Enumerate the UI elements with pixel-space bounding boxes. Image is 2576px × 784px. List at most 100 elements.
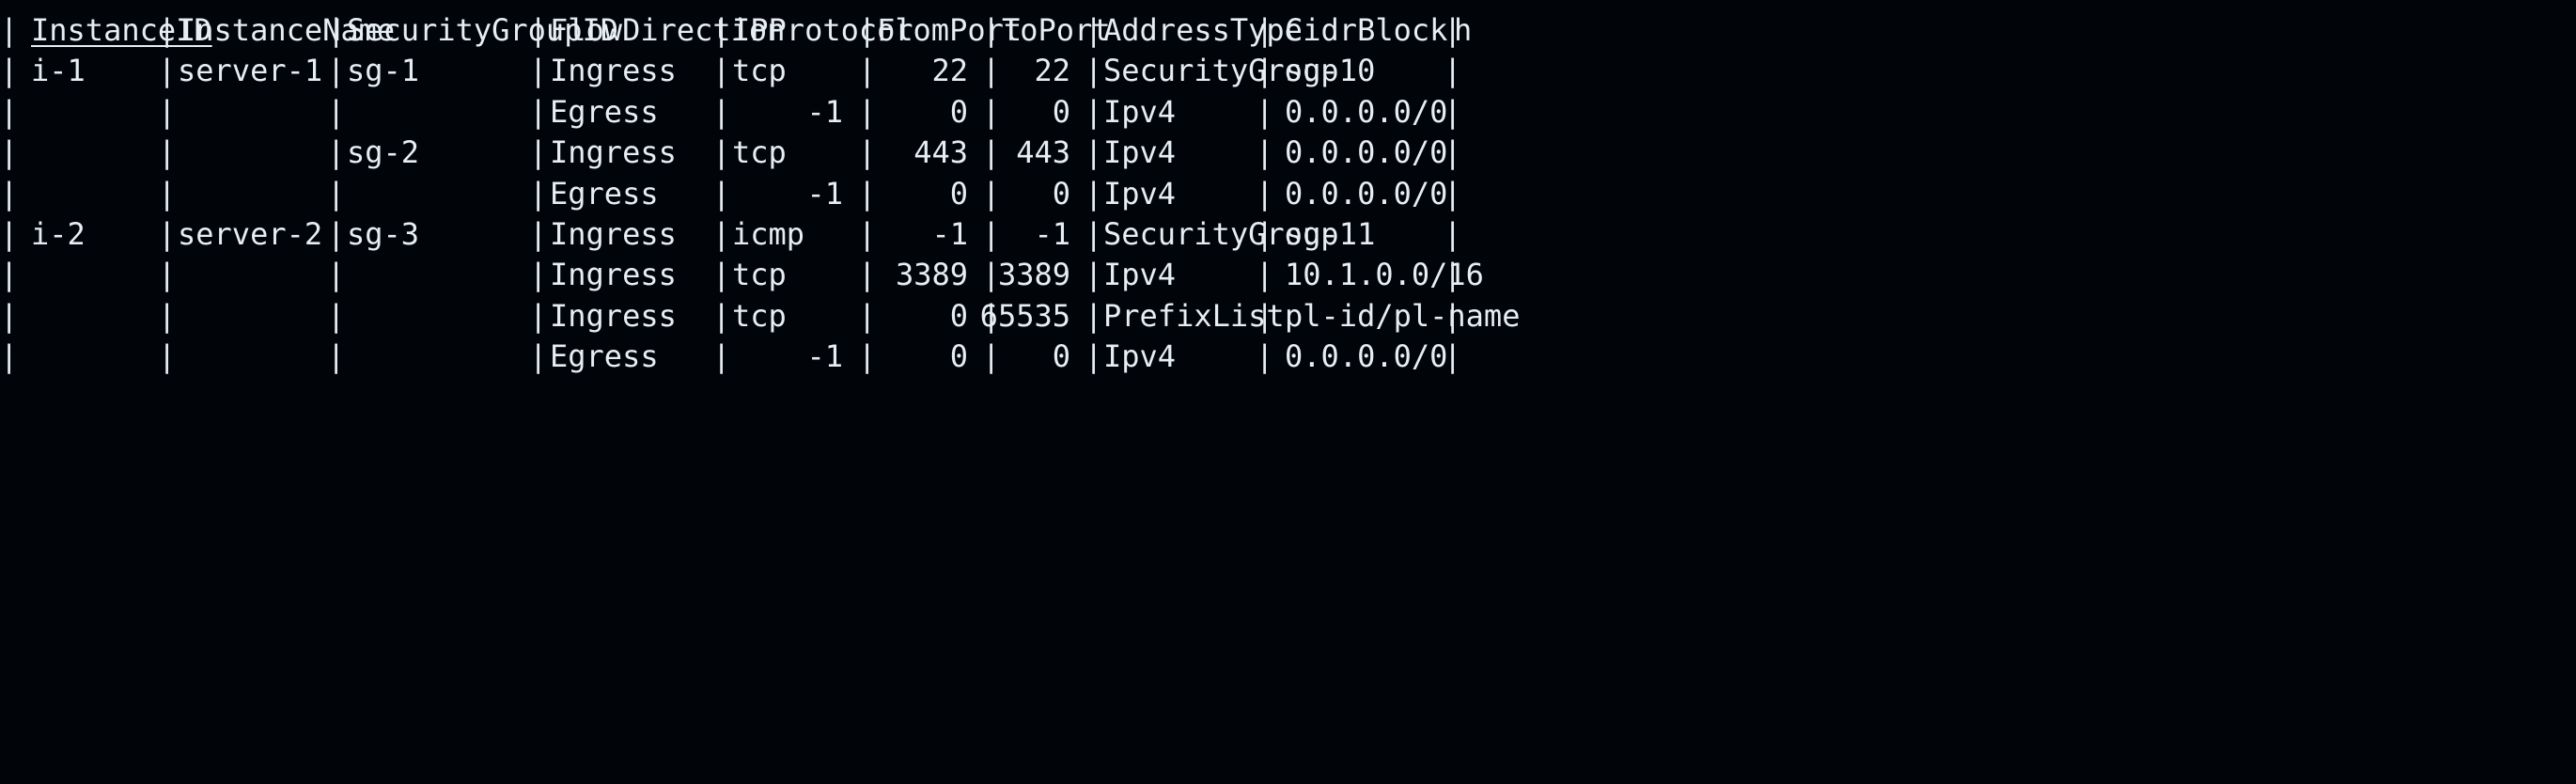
column-separator: | bbox=[158, 215, 177, 252]
column-separator: | bbox=[327, 134, 346, 171]
column-separator: | bbox=[982, 215, 1001, 252]
column-separator: | bbox=[982, 134, 1001, 171]
column-separator: | bbox=[158, 175, 177, 212]
cell-ip-protocol: icmp bbox=[732, 215, 805, 252]
column-separator: | bbox=[982, 338, 1001, 375]
cell-to-port: 65535 bbox=[979, 297, 1070, 334]
column-separator: | bbox=[712, 175, 731, 212]
column-separator: | bbox=[158, 338, 177, 375]
column-separator: | bbox=[158, 297, 177, 334]
cell-address-type: Ipv4 bbox=[1103, 134, 1177, 171]
column-separator: | bbox=[712, 93, 731, 130]
column-separator: | bbox=[327, 297, 346, 334]
cell-instance-id: i-2 bbox=[31, 215, 86, 252]
column-separator: | bbox=[712, 338, 731, 375]
column-separator: | bbox=[1444, 215, 1462, 252]
column-separator: | bbox=[529, 297, 548, 334]
cell-from-port: -1 bbox=[931, 215, 968, 252]
cell-flow-direction: Ingress bbox=[550, 134, 677, 171]
column-separator: | bbox=[1085, 215, 1103, 252]
column-separator: | bbox=[712, 257, 731, 293]
column-separator: | bbox=[858, 297, 877, 334]
cell-to-port: 22 bbox=[1034, 53, 1070, 89]
column-separator: | bbox=[1085, 175, 1103, 212]
cell-address-type: Ipv4 bbox=[1103, 175, 1177, 212]
column-separator: | bbox=[327, 93, 346, 130]
cell-flow-direction: Ingress bbox=[550, 215, 677, 252]
column-separator: | bbox=[1085, 297, 1103, 334]
cell-ip-protocol: tcp bbox=[732, 297, 787, 334]
cell-instance-id: i-1 bbox=[31, 53, 86, 89]
table-row: | | | | | | | | | | Egress -1 0 0 Ipv4 0.0.0.0/0 bbox=[0, 174, 2576, 214]
column-separator: | bbox=[327, 12, 346, 48]
table-row: | | | | | | | | | | i-2 server-2 sg-3 Ingress icmp -1 -1… bbox=[0, 214, 2576, 255]
column-separator: | bbox=[529, 257, 548, 293]
table-row: | | | | | | | | | | Egress -1 0 0 Ipv4 0.0.0.0/0 bbox=[0, 337, 2576, 377]
column-separator: | bbox=[712, 215, 731, 252]
column-separator: | bbox=[1085, 93, 1103, 130]
column-separator: | bbox=[1085, 257, 1103, 293]
column-separator: | bbox=[158, 93, 177, 130]
cell-cidr-block: 0.0.0.0/0 bbox=[1285, 134, 1448, 171]
column-separator: | bbox=[982, 175, 1001, 212]
cell-security-group-id: sg-1 bbox=[347, 53, 420, 89]
cell-from-port: 0 bbox=[949, 93, 968, 130]
cell-flow-direction: Ingress bbox=[550, 297, 677, 334]
column-separator: | bbox=[1256, 12, 1274, 48]
column-separator: | bbox=[529, 338, 548, 375]
column-separator: | bbox=[858, 12, 877, 48]
column-separator: | bbox=[982, 93, 1001, 130]
column-separator: | bbox=[858, 215, 877, 252]
column-separator: | bbox=[858, 257, 877, 293]
column-separator: | bbox=[529, 134, 548, 171]
cell-ip-protocol-number: -1 bbox=[806, 338, 843, 375]
cell-address-type: PrefixList bbox=[1103, 297, 1285, 334]
column-separator: | bbox=[0, 53, 19, 89]
column-separator: | bbox=[0, 93, 19, 130]
column-separator: | bbox=[1085, 12, 1103, 48]
cell-to-port: -1 bbox=[1034, 215, 1070, 252]
column-separator: | bbox=[1085, 338, 1103, 375]
column-separator: | bbox=[982, 53, 1001, 89]
column-separator: | bbox=[858, 134, 877, 171]
column-separator: | bbox=[0, 257, 19, 293]
cell-address-type: Ipv4 bbox=[1103, 257, 1177, 293]
column-separator: | bbox=[327, 175, 346, 212]
table-row: | | | | | | | | | | i-1 server-1 sg-1 Ingress tcp 22 22 S… bbox=[0, 51, 2576, 91]
column-separator: | bbox=[982, 12, 1001, 48]
column-separator: | bbox=[158, 257, 177, 293]
cell-cidr-block: 0.0.0.0/0 bbox=[1285, 338, 1448, 375]
column-separator: | bbox=[1444, 53, 1462, 89]
cell-security-group-id: sg-2 bbox=[347, 134, 420, 171]
table-row: | | | | | | | | | | sg-2 Ingress tcp 443 443 Ipv4 0.0.0.… bbox=[0, 133, 2576, 173]
header-truncated-column: h bbox=[1454, 12, 1473, 48]
cell-from-port: 0 bbox=[949, 338, 968, 375]
column-separator: | bbox=[712, 134, 731, 171]
column-separator: | bbox=[858, 93, 877, 130]
column-separator: | bbox=[858, 338, 877, 375]
column-separator: | bbox=[1256, 338, 1274, 375]
column-separator: | bbox=[712, 53, 731, 89]
column-separator: | bbox=[858, 175, 877, 212]
column-separator: | bbox=[327, 257, 346, 293]
column-separator: | bbox=[858, 53, 877, 89]
cell-to-port: 0 bbox=[1052, 338, 1070, 375]
table-body: | | | | | | | | | | i-1 server-1 sg-1 Ingress tcp 22 22 S… bbox=[0, 51, 2576, 377]
cell-flow-direction: Ingress bbox=[550, 257, 677, 293]
cell-cidr-block: pl-id/pl-name bbox=[1285, 297, 1521, 334]
column-separator: | bbox=[327, 53, 346, 89]
column-separator: | bbox=[712, 12, 731, 48]
cell-instance-name: server-1 bbox=[178, 53, 323, 89]
cell-instance-name: server-2 bbox=[178, 215, 323, 252]
cell-address-type: Ipv4 bbox=[1103, 93, 1177, 130]
table-header-row: | InstanceID | InstanceName | SecurityGr… bbox=[0, 10, 2576, 51]
cell-cidr-block: sg-10 bbox=[1285, 53, 1376, 89]
cell-flow-direction: Egress bbox=[550, 93, 659, 130]
cell-security-group-id: sg-3 bbox=[347, 215, 420, 252]
cell-flow-direction: Egress bbox=[550, 175, 659, 212]
column-separator: | bbox=[0, 175, 19, 212]
column-separator: | bbox=[158, 134, 177, 171]
cell-from-port: 3389 bbox=[895, 257, 968, 293]
column-separator: | bbox=[158, 12, 177, 48]
column-separator: | bbox=[1256, 134, 1274, 171]
